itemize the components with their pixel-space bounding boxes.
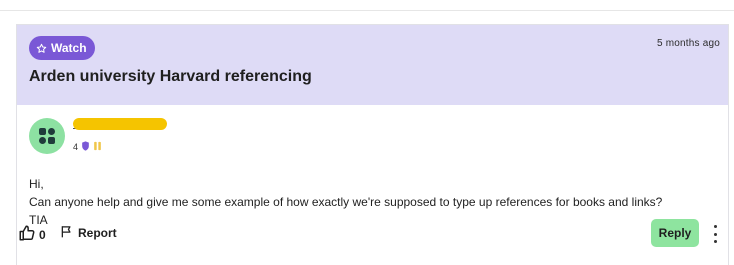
author-stat-number: 4: [73, 142, 79, 152]
thumbs-up-icon: [18, 224, 36, 245]
page: Watch 5 months ago Arden university Harv…: [0, 0, 734, 265]
like-button[interactable]: 0: [18, 224, 46, 245]
avatar[interactable]: [29, 118, 65, 154]
like-count: 0: [39, 227, 46, 242]
post-body-line: Can anyone help and give me some example…: [29, 195, 663, 209]
author-block: 4: [29, 118, 329, 158]
more-vertical-icon[interactable]: [710, 225, 720, 243]
username-redaction[interactable]: [73, 118, 167, 130]
top-frame: [0, 0, 734, 11]
post-body-line: Hi,: [29, 177, 44, 191]
avatar-logo-icon: [39, 128, 55, 144]
post-actions: 0 Report Reply: [16, 219, 717, 249]
post-title: Arden university Harvard referencing: [29, 68, 312, 85]
star-icon: [36, 43, 47, 54]
report-label: Report: [78, 226, 117, 240]
author-stats: 4: [73, 141, 102, 153]
reply-button[interactable]: Reply: [651, 219, 699, 247]
badge-icon: [93, 141, 102, 153]
report-button[interactable]: Report: [60, 224, 117, 242]
shield-icon: [81, 141, 90, 153]
post-timestamp: 5 months ago: [657, 38, 720, 49]
watch-button[interactable]: Watch: [29, 36, 95, 60]
flag-icon: [60, 224, 74, 242]
post-header: Watch 5 months ago Arden university Harv…: [17, 25, 728, 105]
watch-label: Watch: [51, 41, 87, 55]
